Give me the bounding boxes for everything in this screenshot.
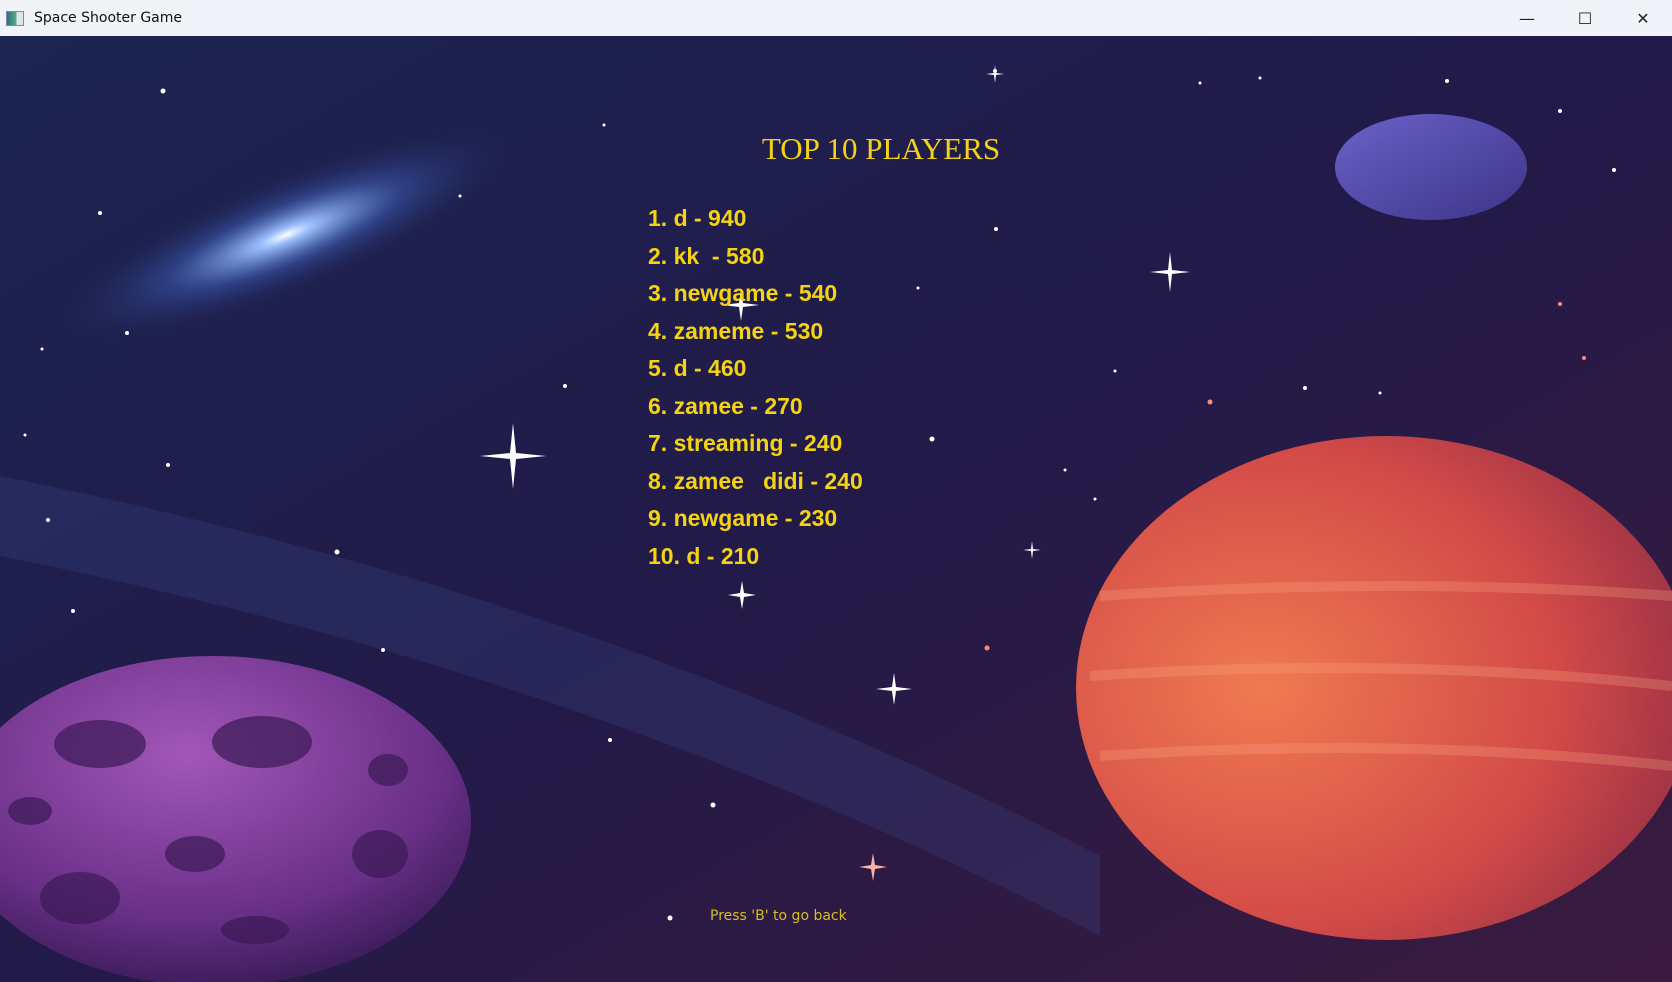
leaderboard-title: TOP 10 PLAYERS bbox=[761, 131, 1001, 166]
leaderboard-entry: 9. newgame - 230 bbox=[648, 505, 838, 531]
leaderboard-entry: 7. streaming - 240 bbox=[648, 430, 843, 456]
back-hint: Press 'B' to go back bbox=[710, 908, 847, 924]
leaderboard-entry: 4. zameme - 530 bbox=[648, 317, 824, 344]
leaderboard-entry: 10. d - 210 bbox=[648, 542, 760, 569]
app-icon bbox=[6, 10, 24, 26]
window-title: Space Shooter Game bbox=[34, 10, 182, 26]
leaderboard-list: 1. d - 940 2. kk - 580 3. newgame - 540 … bbox=[648, 200, 863, 575]
leaderboard-entry: 5. d - 460 bbox=[648, 355, 747, 381]
leaderboard-entry: 1. d - 940 bbox=[648, 205, 747, 231]
small-blue-planet bbox=[1335, 114, 1527, 220]
close-button[interactable]: ✕ bbox=[1614, 0, 1672, 36]
window-titlebar: Space Shooter Game — ☐ ✕ bbox=[0, 0, 1672, 36]
maximize-button[interactable]: ☐ bbox=[1556, 0, 1614, 36]
game-canvas: TOP 10 PLAYERS 1. d - 940 2. kk - 580 3.… bbox=[0, 36, 1672, 982]
minimize-button[interactable]: — bbox=[1498, 0, 1556, 36]
leaderboard-entry: 8. zamee didi - 240 bbox=[648, 467, 863, 494]
leaderboard-entry: 6. zamee - 270 bbox=[648, 392, 803, 419]
leaderboard-entry: 3. newgame - 540 bbox=[648, 280, 838, 306]
red-planet bbox=[1076, 436, 1672, 940]
leaderboard-entry: 2. kk - 580 bbox=[648, 242, 765, 269]
